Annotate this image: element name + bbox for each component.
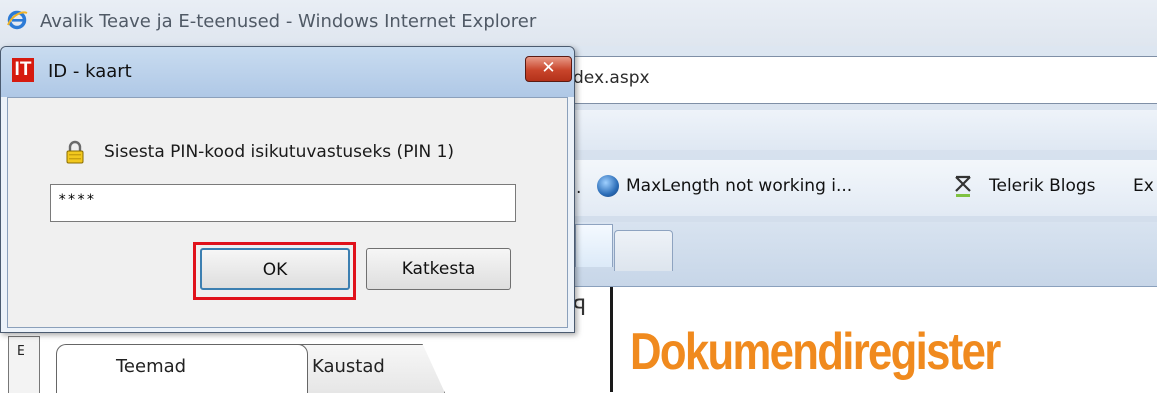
page-heading: Dokumendiregister xyxy=(630,323,1001,381)
favorite-item-telerik-blogs[interactable]: Telerik Blogs xyxy=(989,176,1096,196)
favorite-item-maxlength[interactable]: MaxLength not working i... xyxy=(626,176,852,196)
tab-kaustad-label: Kaustad xyxy=(312,356,385,377)
id-card-app-icon: IT xyxy=(12,58,34,82)
browser-window-title: Avalik Teave ja E-teenused - Windows Int… xyxy=(40,11,537,32)
address-text[interactable]: dex.aspx xyxy=(573,68,650,88)
pin-input-value[interactable]: **** xyxy=(58,192,96,208)
dialog-title: ID - kaart xyxy=(48,61,132,82)
favorite-item-partial-ex[interactable]: Ex xyxy=(1133,176,1154,196)
side-panel-grip-mark: E xyxy=(17,344,25,359)
internet-explorer-icon xyxy=(7,10,28,30)
pin-icon[interactable]: ꟼ xyxy=(573,296,587,324)
pin-input[interactable] xyxy=(50,184,516,222)
tab-teemad-label: Teemad xyxy=(116,356,187,377)
telerik-icon[interactable] xyxy=(953,172,973,200)
pin-prompt-label: Sisesta PIN-kood isikutuvastuseks (PIN 1… xyxy=(104,142,455,162)
globe-icon[interactable] xyxy=(597,175,619,197)
close-button[interactable]: ✕ xyxy=(525,56,572,82)
new-tab-button[interactable] xyxy=(614,230,673,271)
lock-icon xyxy=(66,140,84,164)
favorite-item-partial[interactable]: . xyxy=(576,178,581,198)
command-bar xyxy=(540,110,1157,150)
ok-button[interactable]: OK xyxy=(200,248,350,290)
browser-tab-active[interactable] xyxy=(575,224,613,267)
cancel-button[interactable]: Katkesta xyxy=(366,248,511,290)
